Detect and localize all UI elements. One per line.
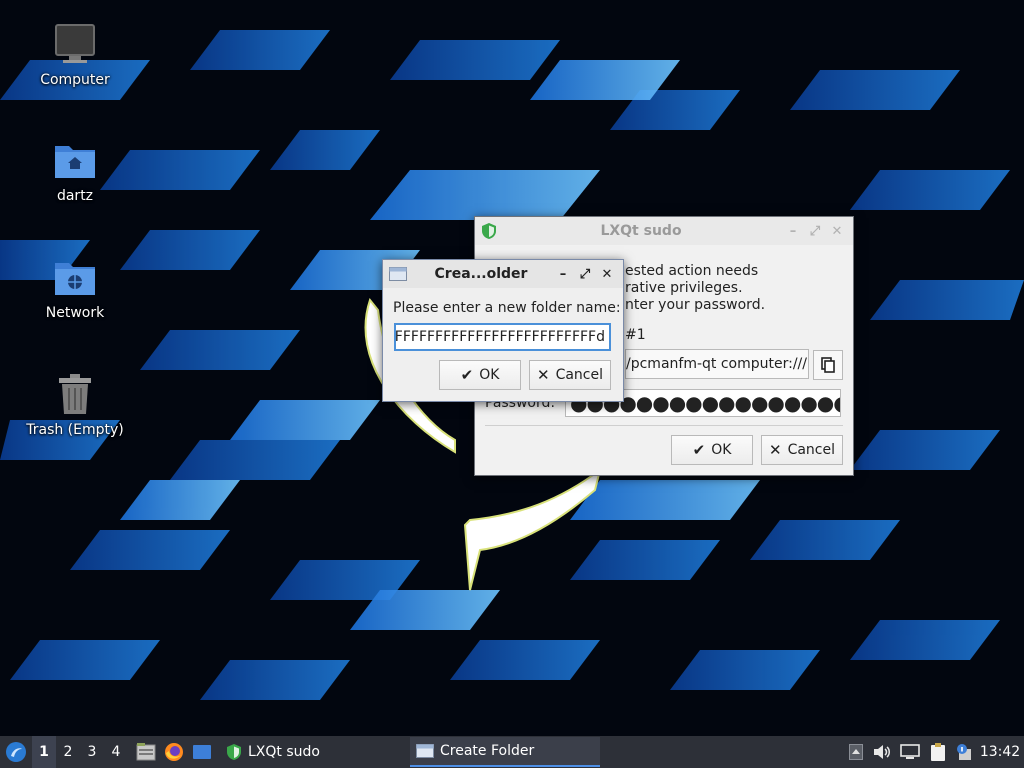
close-button[interactable]: ✕ [597, 264, 617, 284]
trash-icon [53, 372, 97, 416]
command-field[interactable]: /pcmanfm-qt computer:/// [625, 349, 809, 379]
maximize-button[interactable]: ⤢ [575, 264, 595, 284]
create-folder-ok-label: OK [479, 367, 500, 383]
workspace-2[interactable]: 2 [56, 736, 80, 768]
copy-command-button[interactable] [813, 350, 843, 380]
check-icon: ✔ [692, 441, 706, 459]
divider [485, 425, 843, 426]
sudo-cancel-label: Cancel [787, 442, 835, 458]
tray-expand-button[interactable] [844, 736, 868, 768]
desktop-icon-home[interactable]: dartz [10, 138, 140, 204]
volume-button[interactable] [868, 736, 896, 768]
desktop-icon [192, 744, 212, 760]
shield-icon [481, 222, 501, 240]
check-icon: ✔ [460, 366, 474, 384]
desktop-icon-computer[interactable]: Computer [10, 22, 140, 88]
firefox-launcher[interactable] [160, 736, 188, 768]
folder-name-input[interactable]: FFFFFFFFFFFFFFFFFFFFFFFFFFd [394, 323, 611, 351]
sudo-titlebar[interactable]: LXQt sudo – ⤢ ✕ [475, 217, 853, 245]
computer-icon [53, 22, 97, 66]
create-folder-title: Crea...older [434, 266, 528, 282]
system-tray: 13:42 [844, 736, 1024, 768]
workspace-1[interactable]: 1 [32, 736, 56, 768]
display-button[interactable] [896, 736, 924, 768]
desktop-icon-trash[interactable]: Trash (Empty) [10, 372, 140, 438]
start-menu-button[interactable] [0, 736, 32, 768]
create-folder-titlebar[interactable]: Crea...older – ⤢ ✕ [383, 260, 623, 288]
folder-name-prompt: Please enter a new folder name: [393, 300, 621, 316]
sudo-message-line: rative privileges. [625, 280, 743, 296]
desktop-icon-label: dartz [56, 188, 94, 204]
task-label: Create Folder [440, 743, 535, 759]
clock[interactable]: 13:42 [976, 744, 1024, 760]
task-create-folder[interactable]: Create Folder [410, 737, 600, 767]
clipboard-icon [929, 742, 947, 762]
window-icon [416, 744, 434, 758]
sudo-user-suffix: #1 [625, 327, 646, 343]
file-manager-icon [136, 743, 156, 761]
close-button[interactable]: ✕ [827, 221, 847, 241]
network-folder-icon [53, 255, 97, 299]
workspace-4[interactable]: 4 [104, 736, 128, 768]
workspace-3[interactable]: 3 [80, 736, 104, 768]
sudo-cancel-button[interactable]: ✕ Cancel [761, 435, 843, 465]
minimize-button[interactable]: – [553, 264, 573, 284]
cross-icon: ✕ [536, 366, 550, 384]
sudo-ok-label: OK [711, 442, 732, 458]
desktop-icon-label: Computer [40, 72, 110, 88]
sudo-message-line: ested action needs [625, 263, 759, 279]
desktop-icon-label: Network [45, 305, 105, 321]
task-label: LXQt sudo [248, 744, 320, 760]
cross-icon: ✕ [768, 441, 782, 459]
sudo-message: ested action needs rative privileges. nt… [625, 263, 765, 314]
sudo-message-line: nter your password. [625, 297, 766, 313]
create-folder-ok-button[interactable]: ✔ OK [439, 360, 521, 390]
minimize-button[interactable]: – [783, 221, 803, 241]
home-folder-icon [53, 138, 97, 182]
show-desktop-button[interactable] [188, 736, 216, 768]
clipboard-button[interactable] [924, 736, 952, 768]
taskbar: 1 2 3 4 LXQt sudo Create Folder 13:42 [0, 736, 1024, 768]
monitor-icon [900, 744, 920, 760]
volume-icon [873, 744, 891, 760]
sudo-ok-button[interactable]: ✔ OK [671, 435, 753, 465]
folder-name-value: FFFFFFFFFFFFFFFFFFFFFFFFFFd [394, 329, 605, 345]
shield-icon [226, 743, 242, 761]
create-folder-dialog: Crea...older – ⤢ ✕ Please enter a new fo… [382, 259, 624, 402]
info-icon [956, 743, 972, 761]
firefox-icon [164, 742, 184, 762]
create-folder-cancel-label: Cancel [555, 367, 603, 383]
maximize-button[interactable]: ⤢ [805, 221, 825, 241]
sudo-title: LXQt sudo [600, 223, 682, 239]
desktop-icon-network[interactable]: Network [10, 255, 140, 321]
file-manager-launcher[interactable] [132, 736, 160, 768]
lxqt-logo-icon [5, 741, 27, 763]
chevron-up-icon [849, 744, 863, 760]
update-notifier-button[interactable] [952, 736, 976, 768]
create-folder-cancel-button[interactable]: ✕ Cancel [529, 360, 611, 390]
copy-icon [820, 357, 836, 373]
desktop: Computer dartz Network Trash (Empty) LXQ… [0, 0, 1024, 736]
desktop-icon-label: Trash (Empty) [26, 422, 124, 438]
window-icon [389, 267, 411, 281]
task-lxqt-sudo[interactable]: LXQt sudo [220, 737, 410, 767]
